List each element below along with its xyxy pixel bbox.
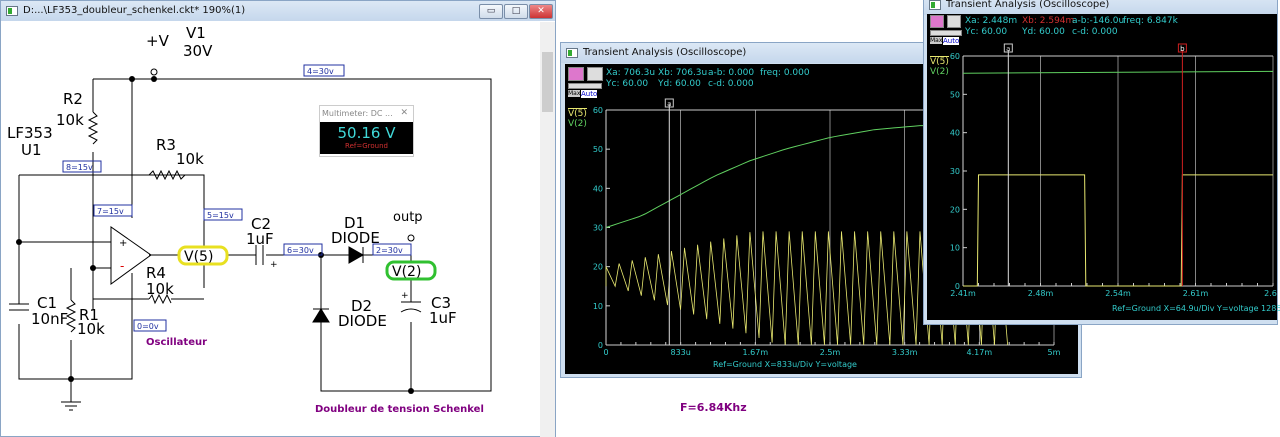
r4-value: 10k [146, 280, 174, 298]
scope1-title: Transient Analysis (Oscilloscope) [583, 47, 747, 58]
y-tick-label: 0 [598, 341, 603, 350]
y-tick-label: 20 [593, 263, 603, 272]
node-2: 2=30v [376, 246, 403, 255]
scope2-plot[interactable]: 01020304050602.41m2.48m2.54m2.61m2.67ab [927, 14, 1277, 320]
x-tick-label: 4.17m [967, 348, 993, 357]
opamp-symbol [110, 226, 152, 285]
v1-value: 30V [183, 42, 213, 60]
y-tick-label: 30 [593, 224, 603, 233]
scope2-window: Transient Analysis (Oscilloscope) Max Au… [923, 0, 1280, 325]
node-0: 0=0v [137, 322, 159, 331]
y-tick-label: 10 [950, 244, 960, 253]
opamp-name: LF353 [7, 124, 53, 142]
multimeter-title: Multimeter: DC ... [322, 109, 393, 118]
resistor-r2 [87, 111, 99, 145]
r1-value: 10k [77, 320, 105, 338]
x-tick-label: 2.48m [1028, 289, 1054, 298]
outp-label: outp [393, 210, 423, 225]
opamp-plus: + [119, 238, 127, 249]
y-tick-label: 30 [950, 167, 960, 176]
x-tick-label: 2.54m [1105, 289, 1131, 298]
r3-value: 10k [176, 150, 204, 168]
multimeter-value: 50.16 V [337, 124, 396, 142]
maximize-button[interactable]: □ [504, 4, 528, 19]
multimeter-close[interactable]: ✕ [400, 108, 408, 118]
schematic-title: D:...\LF353_doubleur_schenkel.ckt* 190%(… [23, 5, 246, 16]
scope2-titlebar: Transient Analysis (Oscilloscope) [924, 0, 1277, 15]
x-tick-label: 5m [1048, 348, 1061, 357]
x-tick-label: 0 [603, 348, 608, 357]
x-tick-label: 833u [670, 348, 690, 357]
y-tick-label: 10 [593, 302, 603, 311]
r3-name: R3 [156, 136, 176, 154]
y-tick-label: 60 [593, 106, 603, 115]
minimize-button[interactable]: ▭ [479, 4, 503, 19]
capacitor-c1 [9, 303, 29, 311]
cursor-a-label: a [667, 100, 671, 108]
app-icon [6, 6, 18, 16]
c3-value: 1uF [429, 309, 457, 327]
schematic-canvas[interactable]: + - +V V1 30V R2 10k LF353 U1 R3 10k R4 … [1, 22, 539, 437]
node-7: 7=15v [97, 207, 124, 216]
d2-value: DIODE [338, 312, 387, 330]
supply-label: +V [146, 32, 170, 50]
probe-v2-label: V(2) [392, 264, 421, 280]
y-tick-label: 40 [950, 129, 960, 138]
scope2-title: Transient Analysis (Oscilloscope) [946, 0, 1110, 10]
opamp-minus: - [120, 259, 124, 273]
outp-terminal [407, 234, 415, 242]
v1-name: V1 [186, 24, 206, 42]
multimeter-window[interactable]: Multimeter: DC ... ✕ 50.16 V Ref=Ground [319, 105, 414, 157]
diode-d2 [312, 308, 330, 323]
node-5: 5=15v [207, 211, 234, 220]
capacitor-c2 [255, 245, 264, 265]
scope-icon [929, 0, 941, 10]
d1-value: DIODE [331, 229, 380, 247]
ground-symbol [61, 401, 81, 411]
circuit-title-label: Doubleur de tension Schenkel [315, 404, 484, 415]
c1-value: 10nF [31, 310, 68, 328]
frequency-note: F=6.84Khz [680, 401, 747, 414]
probe-v5-label: V(5) [184, 249, 213, 265]
capacitor-c3 [400, 301, 422, 313]
diode-d1 [348, 246, 365, 264]
x-tick-label: 2.67 [1264, 289, 1277, 298]
x-tick-label: 3.33m [892, 348, 918, 357]
y-tick-label: 20 [950, 205, 960, 214]
c3-plus: + [401, 291, 409, 301]
oscillator-label: Oscillateur [146, 337, 207, 348]
node-6: 6=30v [287, 246, 314, 255]
x-tick-label: 1.67m [743, 348, 769, 357]
y-tick-label: 60 [950, 52, 960, 61]
supply-terminal [150, 68, 158, 76]
x-tick-label: 2.41m [950, 289, 976, 298]
schematic-titlebar: D:...\LF353_doubleur_schenkel.ckt* 190%(… [1, 1, 555, 21]
r2-value: 10k [56, 111, 84, 129]
y-tick-label: 50 [593, 145, 603, 154]
y-tick-label: 40 [593, 184, 603, 193]
close-button[interactable]: ✕ [529, 4, 553, 19]
c2-plus: + [270, 260, 278, 270]
cursor-a-label: a [1006, 45, 1010, 53]
node-8: 8=15v [66, 163, 93, 172]
cursor-b-label: b [1180, 45, 1185, 53]
y-tick-label: 50 [950, 90, 960, 99]
opamp-ref: U1 [21, 141, 42, 159]
scope-icon [566, 48, 578, 58]
vertical-scrollbar[interactable] [540, 22, 555, 437]
multimeter-ref: Ref=Ground [345, 142, 388, 150]
x-tick-label: 2.61m [1183, 289, 1209, 298]
node-4: 4=30v [307, 67, 334, 76]
x-tick-label: 2.5m [820, 348, 841, 357]
scope2-display[interactable]: Max Auto Xa: 2.448m Xb: 2.594m a-b:-146.… [927, 14, 1280, 320]
r2-name: R2 [63, 90, 83, 108]
schematic-window: D:...\LF353_doubleur_schenkel.ckt* 190%(… [0, 0, 556, 437]
c2-value: 1uF [246, 230, 274, 248]
